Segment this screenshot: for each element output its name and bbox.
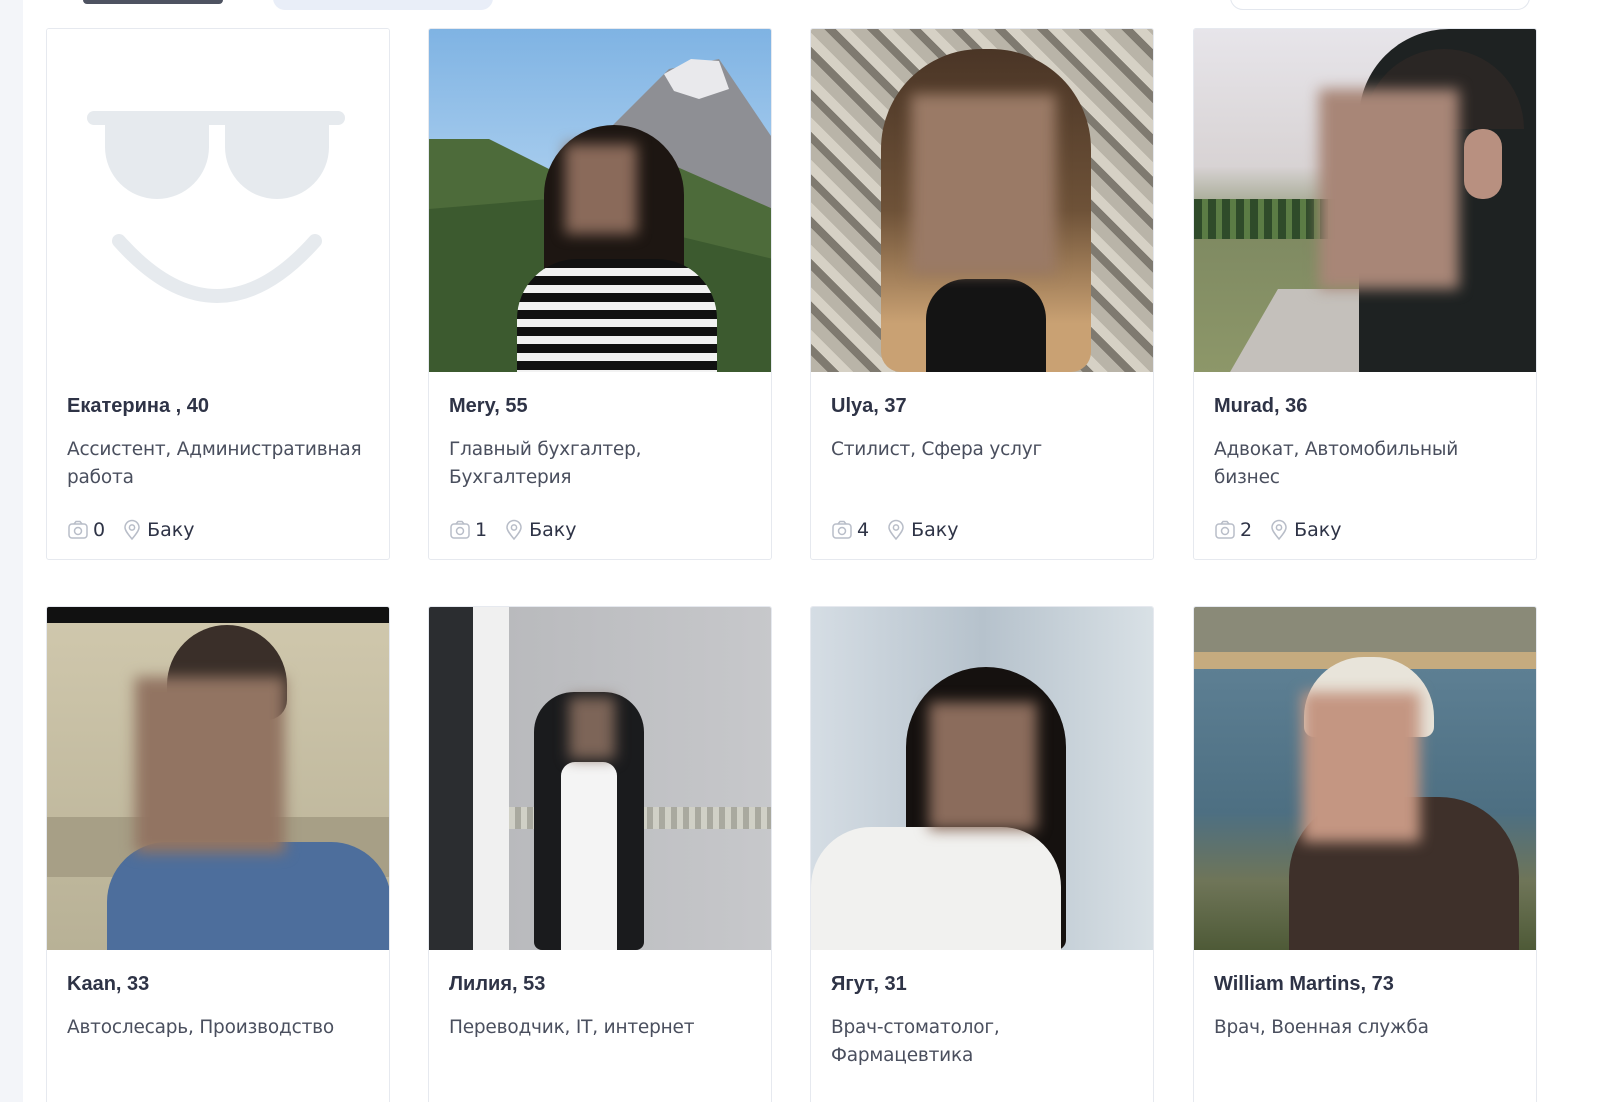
blurred-face: [569, 697, 615, 759]
location-pin-icon: [888, 519, 904, 541]
blurred-face: [1319, 89, 1459, 289]
profile-photo-placeholder[interactable]: [47, 29, 389, 372]
camera-icon: [450, 520, 470, 539]
profile-meta: 4 Баку: [831, 516, 1137, 544]
profile-meta: 2 Баку: [1214, 516, 1520, 544]
photo-count: 4: [857, 519, 870, 541]
profile-card[interactable]: Екатерина , 40 Ассистент, Административн…: [46, 28, 390, 560]
profile-job: Врач-стоматолог, Фармацевтика: [831, 1017, 1000, 1066]
location-pin-icon: [1271, 519, 1287, 541]
profile-name[interactable]: Лилия, 53: [449, 970, 755, 998]
profile-photo[interactable]: [1194, 607, 1536, 950]
profile-card[interactable]: William Martins, 73 Врач, Военная служба: [1193, 606, 1537, 1102]
profile-photo[interactable]: [1194, 29, 1536, 372]
profile-job: Автослесарь, Производство: [67, 1017, 334, 1038]
smiley-placeholder-icon: [87, 111, 345, 303]
location-pin-icon: [506, 519, 522, 541]
profile-photo[interactable]: [811, 29, 1153, 372]
profile-card[interactable]: Murad, 36 Адвокат, Автомобильный бизнес …: [1193, 28, 1537, 560]
profile-name[interactable]: Kaan, 33: [67, 970, 373, 998]
profile-name[interactable]: William Martins, 73: [1214, 970, 1520, 998]
blurred-face: [1302, 692, 1420, 842]
profile-name[interactable]: Екатерина , 40: [67, 392, 373, 420]
blurred-face: [929, 702, 1037, 830]
profile-meta: 1 Баку: [449, 516, 755, 544]
profile-job: Врач, Военная служба: [1214, 1017, 1429, 1038]
blurred-face: [565, 144, 637, 234]
blurred-face: [135, 677, 285, 853]
profile-meta: 0 Баку: [67, 516, 373, 544]
profile-card[interactable]: Ягут, 31 Врач-стоматолог, Фармацевтика: [810, 606, 1154, 1102]
profile-name[interactable]: Ягут, 31: [831, 970, 1137, 998]
profile-photo[interactable]: [429, 607, 771, 950]
search-field-cropped[interactable]: [1230, 0, 1530, 10]
location-pin-icon: [124, 519, 140, 541]
camera-icon: [1215, 520, 1235, 539]
profile-card[interactable]: Лилия, 53 Переводчик, IT, интернет: [428, 606, 772, 1102]
profile-name[interactable]: Mery, 55: [449, 392, 755, 420]
profile-city: Баку: [147, 519, 195, 541]
profile-card[interactable]: Kaan, 33 Автослесарь, Производство: [46, 606, 390, 1102]
profile-job: Стилист, Сфера услуг: [831, 439, 1042, 460]
filter-pill-cropped[interactable]: [273, 0, 493, 10]
blurred-face: [911, 94, 1056, 274]
profile-city: Баку: [1294, 519, 1342, 541]
profile-photo[interactable]: [47, 607, 389, 950]
camera-icon: [68, 520, 88, 539]
photo-count: 1: [475, 519, 488, 541]
photo-count: 0: [93, 519, 106, 541]
profile-city: Баку: [529, 519, 577, 541]
profile-city: Баку: [911, 519, 959, 541]
profile-card[interactable]: Ulya, 37 Стилист, Сфера услуг 4 Баку: [810, 28, 1154, 560]
profile-card[interactable]: Mery, 55 Главный бухгалтер, Бухгалтерия …: [428, 28, 772, 560]
camera-icon: [832, 520, 852, 539]
profile-job: Ассистент, Административная работа: [67, 439, 362, 488]
profile-job: Главный бухгалтер, Бухгалтерия: [449, 439, 642, 488]
profile-name[interactable]: Murad, 36: [1214, 392, 1520, 420]
profile-photo[interactable]: [811, 607, 1153, 950]
profile-job: Адвокат, Автомобильный бизнес: [1214, 439, 1459, 488]
profile-photo[interactable]: [429, 29, 771, 372]
profile-name[interactable]: Ulya, 37: [831, 392, 1137, 420]
photo-count: 2: [1240, 519, 1253, 541]
section-title-cropped: [83, 0, 223, 4]
profile-job: Переводчик, IT, интернет: [449, 1017, 695, 1038]
